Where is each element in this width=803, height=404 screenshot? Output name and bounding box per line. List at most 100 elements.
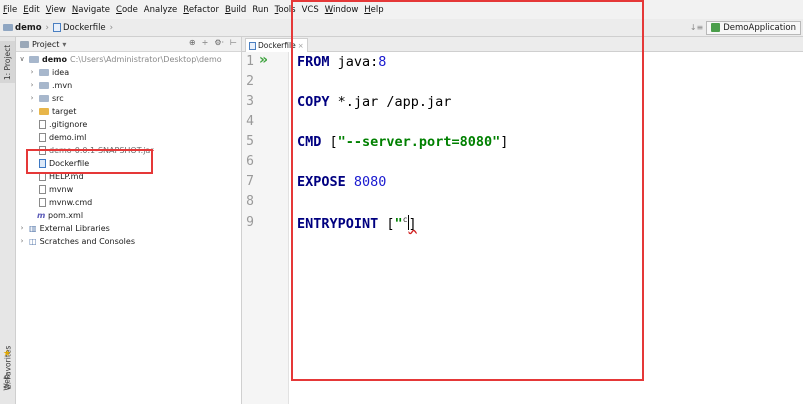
menu-item[interactable]: Window bbox=[322, 5, 362, 15]
tree-item-mvn[interactable]: › .mvn bbox=[28, 79, 73, 91]
project-panel-title[interactable]: Project bbox=[32, 40, 59, 49]
menu-bar: File Edit View Navigate Code Analyze Refactor B… bbox=[0, 0, 803, 19]
tree-item-scratches[interactable]: › ◫ Scratches and Consoles bbox=[18, 235, 135, 247]
line-number: 7 bbox=[246, 174, 254, 189]
run-configuration: ↓≡ DemoApplication bbox=[690, 20, 801, 35]
breadcrumb-project[interactable]: demo bbox=[15, 23, 42, 33]
menu-label: ode bbox=[121, 4, 138, 15]
menu-label: Run bbox=[252, 4, 269, 15]
project-view-icon bbox=[20, 40, 29, 48]
menu-label: ile bbox=[7, 4, 18, 15]
file-icon bbox=[39, 132, 46, 142]
web-tool-tab[interactable]: Web bbox=[0, 367, 15, 397]
code-text: [ bbox=[321, 134, 338, 150]
tree-item-mvnw-cmd[interactable]: mvnw.cmd bbox=[39, 196, 92, 208]
string-literal: "--server.port=8080" bbox=[337, 134, 501, 150]
tree-item-label: demo-0.0.1-SNAPSHOT.jar bbox=[49, 145, 154, 155]
chevron-right-icon[interactable]: › bbox=[28, 107, 36, 115]
hide-icon[interactable]: ⊢ bbox=[230, 38, 237, 47]
chevron-down-icon[interactable]: ∨ bbox=[18, 55, 26, 63]
code-line-7[interactable]: EXPOSE 8080 bbox=[297, 174, 386, 190]
tree-item-label: pom.xml bbox=[48, 210, 84, 220]
close-icon[interactable]: × bbox=[298, 42, 304, 50]
chevron-right-icon: › bbox=[45, 22, 49, 33]
line-number: 3 bbox=[246, 94, 254, 109]
left-tool-strip: 1: Project 2: Favorites ★ Web bbox=[0, 37, 16, 404]
string-literal: " bbox=[394, 216, 403, 232]
menu-label: ools bbox=[278, 4, 296, 15]
tree-item-jar[interactable]: demo-0.0.1-SNAPSHOT.jar bbox=[39, 144, 154, 156]
tree-item-pom-xml[interactable]: m pom.xml bbox=[37, 209, 83, 221]
tree-item-demo-iml[interactable]: demo.iml bbox=[39, 131, 86, 143]
chevron-right-icon: › bbox=[109, 22, 114, 33]
code-line-9[interactable]: ENTRYPOINT ["c] bbox=[297, 215, 417, 232]
navigation-bar: demo › Dockerfile › ↓≡ DemoApplication bbox=[0, 19, 803, 37]
chevron-right-icon[interactable]: › bbox=[28, 81, 36, 89]
run-icon[interactable]: » bbox=[259, 52, 268, 68]
code-line-5[interactable]: CMD ["--server.port=8080"] bbox=[297, 134, 508, 150]
code-text: java: bbox=[329, 54, 379, 70]
menu-item[interactable]: VCS bbox=[299, 5, 322, 15]
tree-item-mvnw[interactable]: mvnw bbox=[39, 183, 73, 195]
collapse-icon[interactable]: ÷ bbox=[202, 38, 209, 47]
folder-icon bbox=[39, 81, 49, 89]
scratches-icon: ◫ bbox=[29, 236, 37, 246]
sort-icon[interactable]: ↓≡ bbox=[690, 23, 703, 32]
menu-item[interactable]: Run bbox=[249, 5, 271, 15]
star-icon: ★ bbox=[3, 349, 12, 359]
tab-label: Dockerfile bbox=[258, 41, 296, 50]
tree-item-src[interactable]: › src bbox=[28, 92, 64, 104]
tree-item-label: src bbox=[52, 93, 64, 103]
keyword: EXPOSE bbox=[297, 174, 346, 190]
maven-icon: m bbox=[37, 210, 46, 220]
menu-item[interactable]: Code bbox=[113, 5, 141, 15]
menu-item[interactable]: Help bbox=[361, 5, 386, 15]
line-number: 9 bbox=[246, 215, 254, 230]
run-configuration-select[interactable]: DemoApplication bbox=[706, 20, 801, 35]
tree-root-demo[interactable]: ∨ demo C:\Users\Administrator\Desktop\de… bbox=[18, 53, 221, 65]
tab-dockerfile[interactable]: Dockerfile × bbox=[245, 38, 308, 52]
tree-item-dockerfile[interactable]: Dockerfile bbox=[39, 157, 89, 169]
tree-item-label: .gitignore bbox=[49, 119, 88, 129]
gear-icon[interactable]: ⚙· bbox=[214, 38, 224, 47]
menu-item[interactable]: Build bbox=[222, 5, 249, 15]
dockerfile-icon bbox=[39, 158, 46, 168]
tree-item-label: demo.iml bbox=[49, 132, 87, 142]
sync-icon[interactable]: ⊕ bbox=[189, 38, 196, 47]
chevron-right-icon[interactable]: › bbox=[18, 237, 26, 245]
tree-item-label: mvnw bbox=[49, 184, 74, 194]
menu-item[interactable]: Edit bbox=[20, 5, 42, 15]
tree-item-external-libraries[interactable]: › ▥ External Libraries bbox=[18, 222, 110, 234]
chevron-right-icon[interactable]: › bbox=[18, 224, 26, 232]
menu-item[interactable]: Analyze bbox=[141, 5, 181, 15]
chevron-down-icon[interactable]: ▾ bbox=[62, 40, 66, 49]
file-icon bbox=[39, 184, 46, 194]
keyword: FROM bbox=[297, 54, 330, 70]
chevron-right-icon[interactable]: › bbox=[28, 94, 36, 102]
menu-label: dit bbox=[28, 4, 40, 15]
file-icon bbox=[39, 197, 46, 207]
menu-item[interactable]: Refactor bbox=[180, 5, 222, 15]
code-line-3[interactable]: COPY *.jar /app.jar bbox=[297, 94, 451, 110]
menu-item[interactable]: Navigate bbox=[69, 5, 113, 15]
tree-item-target[interactable]: › target bbox=[28, 105, 77, 117]
folder-icon bbox=[39, 68, 49, 76]
menu-label: avigate bbox=[78, 4, 111, 15]
tree-item-label: Dockerfile bbox=[49, 158, 90, 168]
menu-item[interactable]: View bbox=[43, 5, 69, 15]
tree-item-help-md[interactable]: HELP.md bbox=[39, 170, 84, 182]
menu-item[interactable]: Tools bbox=[272, 5, 299, 15]
project-tool-tab[interactable]: 1: Project bbox=[0, 41, 15, 83]
code-editor[interactable]: FROM java:8 COPY *.jar /app.jar CMD ["--… bbox=[289, 52, 803, 404]
code-line-1[interactable]: FROM java:8 bbox=[297, 54, 386, 70]
tree-item-idea[interactable]: › idea bbox=[28, 66, 70, 78]
spring-boot-icon bbox=[711, 23, 721, 32]
menu-item[interactable]: File bbox=[0, 5, 20, 15]
menu-label: elp bbox=[370, 4, 384, 15]
breadcrumb-file[interactable]: Dockerfile bbox=[63, 23, 106, 33]
menu-label: uild bbox=[230, 4, 247, 15]
tree-item-gitignore[interactable]: .gitignore bbox=[39, 118, 87, 130]
code-text: ] bbox=[500, 134, 509, 150]
chevron-right-icon[interactable]: › bbox=[28, 68, 36, 76]
dockerfile-icon bbox=[52, 23, 61, 32]
